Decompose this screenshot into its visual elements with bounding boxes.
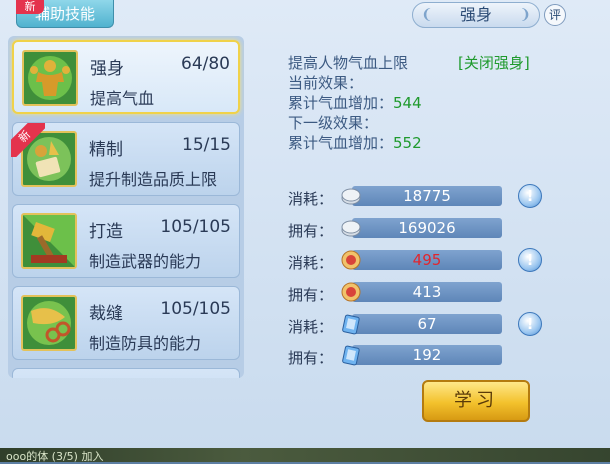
hint-icon[interactable]: !	[518, 184, 542, 208]
vitality-card-icon	[340, 344, 362, 366]
rate-button[interactable]: 评	[544, 4, 566, 26]
learn-button[interactable]: 学习	[422, 380, 530, 422]
resource-value: 495	[352, 250, 502, 270]
skill-desc: 制造防具的能力	[89, 334, 202, 353]
skill-item-jingzhi[interactable]: 新 精制 15/15 提升制造品质上限	[11, 122, 240, 196]
muscle-man-icon	[22, 50, 78, 106]
skill-name: 打造	[89, 222, 123, 242]
resource-label: 消耗：	[288, 254, 334, 272]
effect-description: 提高人物气血上限	[288, 54, 409, 72]
next-effect-line: 累计气血增加：552	[288, 134, 422, 152]
contribution-icon	[340, 249, 362, 271]
contribution-icon	[340, 281, 362, 303]
current-effect-value: 544	[393, 94, 422, 112]
toggle-skill-link[interactable]: [关闭强身]	[458, 52, 530, 73]
skill-item-dazao[interactable]: 打造 105/105 制造武器的能力	[12, 204, 240, 278]
hammer-icon	[21, 213, 77, 269]
skill-title-text: 强身	[459, 5, 492, 24]
swirl-left-icon: ❨	[421, 7, 433, 23]
current-effect-line: 累计气血增加：544	[288, 94, 422, 112]
current-effect-label: 当前效果：	[288, 74, 364, 92]
skill-level: 105/105	[160, 299, 231, 319]
chat-strip: ooo的体 (3/5) 加入	[0, 448, 610, 463]
tab-new-badge: 新	[16, 0, 44, 14]
skill-item-caifeng[interactable]: 裁缝 105/105 制造防具的能力	[12, 286, 240, 360]
skill-level: 15/15	[182, 135, 231, 155]
skill-desc: 提升制造品质上限	[89, 170, 218, 189]
skill-item-partial[interactable]	[12, 368, 240, 378]
skill-desc: 提高气血	[90, 89, 155, 108]
scissors-icon	[21, 295, 77, 351]
resource-value: 67	[352, 314, 502, 334]
resource-label: 拥有：	[288, 286, 334, 304]
resource-label: 消耗：	[288, 318, 334, 336]
resource-value: 413	[352, 282, 502, 302]
silver-coin-icon	[340, 217, 362, 239]
skill-item-qiangshen[interactable]: 强身 64/80 提高气血	[12, 40, 240, 114]
resource-label: 拥有：	[288, 222, 334, 240]
next-effect-label: 下一级效果：	[288, 114, 379, 132]
hint-icon[interactable]: !	[518, 248, 542, 272]
vitality-card-icon	[340, 313, 362, 335]
skill-desc: 制造武器的能力	[89, 252, 202, 271]
resource-label: 消耗：	[288, 190, 334, 208]
skill-name: 精制	[89, 140, 123, 160]
skill-name: 裁缝	[89, 304, 123, 324]
skill-level: 105/105	[160, 217, 231, 237]
resource-label: 拥有：	[288, 349, 334, 367]
hint-icon[interactable]: !	[518, 312, 542, 336]
skill-level: 64/80	[181, 54, 230, 74]
silver-coin-icon	[340, 185, 362, 207]
skill-name: 强身	[90, 59, 124, 79]
next-effect-value: 552	[393, 134, 422, 152]
resource-value: 192	[352, 345, 502, 365]
skill-title: ❨ 强身 ❩	[412, 2, 540, 28]
new-ribbon: 新	[11, 123, 45, 157]
resource-value: 169026	[352, 218, 502, 238]
resource-value: 18775	[352, 186, 502, 206]
swirl-right-icon: ❩	[519, 7, 531, 23]
skill-list[interactable]: 强身 64/80 提高气血 新 精制 15/15 提升制造品质上限 打造 105…	[8, 36, 244, 378]
